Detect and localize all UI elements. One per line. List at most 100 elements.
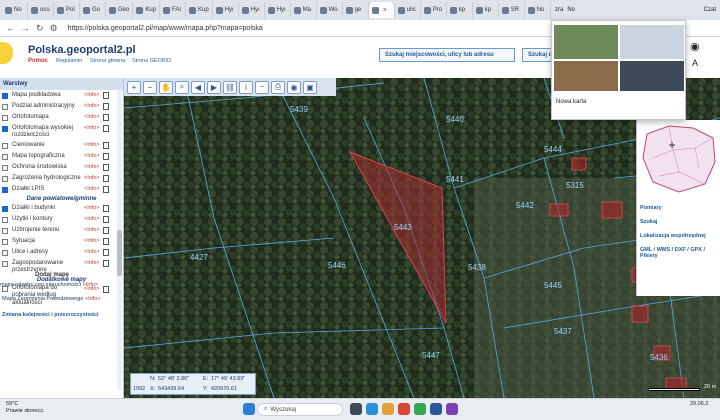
layer-checkbox[interactable] <box>2 205 8 212</box>
geobid-link[interactable]: Strona GEOBID <box>132 58 171 64</box>
search-place-button[interactable]: Szukaj miejscowości, ulicy lub adresu <box>379 48 515 62</box>
browser-tab[interactable]: Pol <box>54 2 80 18</box>
search-link[interactable]: Szukaj <box>640 219 657 225</box>
layer-info-link[interactable]: <Info> <box>84 186 100 192</box>
chrome-icon[interactable] <box>414 403 426 415</box>
layer-name[interactable]: Działki LPIS <box>12 186 82 193</box>
layer-name[interactable]: Mapa podkładowa <box>12 92 82 99</box>
legend-document-icon[interactable] <box>103 238 109 246</box>
layer-name[interactable]: Ulice i adresy <box>12 249 82 256</box>
word-icon[interactable] <box>430 403 442 415</box>
layer-checkbox[interactable] <box>2 216 8 223</box>
browser-tab[interactable]: Hyı <box>265 2 291 18</box>
legend-document-icon[interactable] <box>103 103 109 110</box>
tab-close-icon[interactable]: × <box>383 7 387 14</box>
browser-tab[interactable]: Ma <box>291 2 317 18</box>
layer-name[interactable]: Sytuacja <box>12 238 82 245</box>
layer-checkbox[interactable] <box>2 103 8 110</box>
browser-tab[interactable]: ocu <box>28 2 54 18</box>
browser-tab[interactable]: Wo <box>317 2 343 18</box>
legend-document-icon[interactable] <box>103 216 109 224</box>
browser-tab[interactable]: No <box>525 2 551 18</box>
layer-checkbox[interactable] <box>2 153 8 160</box>
add-map-price-register[interactable]: mapa rejestru cen nieruchomości <Info> <box>0 282 110 288</box>
layer-info-link[interactable]: <Info> <box>84 205 100 211</box>
legend-document-icon[interactable] <box>103 227 109 235</box>
measure-link[interactable]: Pomiary <box>640 205 662 211</box>
mail-icon[interactable] <box>398 403 410 415</box>
poland-overview-map[interactable] <box>639 120 720 196</box>
sidebar-scrollbar[interactable] <box>117 90 122 390</box>
layer-checkbox[interactable] <box>2 114 8 121</box>
gml-export-link[interactable]: GML / WMS / DXF / GPX / Pikiety <box>640 247 720 259</box>
layer-checkbox[interactable] <box>2 164 8 171</box>
browser-tab[interactable]: ulic <box>395 2 421 18</box>
chat-label[interactable]: Czat <box>704 7 716 13</box>
layer-name[interactable]: Uzbrojenie terenu <box>12 227 82 234</box>
zoom-in-icon[interactable]: + <box>127 80 141 94</box>
legend-document-icon[interactable] <box>103 142 109 150</box>
layer-info-link[interactable]: <Info> <box>84 125 100 131</box>
task-view-icon[interactable] <box>350 403 362 415</box>
forward-icon[interactable]: → <box>21 23 30 33</box>
new-tab-preview[interactable]: Nowa karta <box>551 20 686 120</box>
layer-name[interactable]: Użytki i kontury <box>12 216 82 223</box>
legend-document-icon[interactable] <box>103 175 109 183</box>
back-icon[interactable]: ← <box>6 23 15 33</box>
camera-icon[interactable]: ▣ <box>303 80 317 94</box>
font-size-icon[interactable]: A <box>692 58 698 68</box>
layer-name[interactable]: Ochrona środowiska <box>12 164 82 171</box>
layer-name[interactable]: Cieniowanie <box>12 142 82 149</box>
windows-start-icon[interactable] <box>243 403 255 415</box>
browser-tab[interactable]: SR <box>499 2 525 18</box>
home-link[interactable]: Strona główna <box>90 58 125 64</box>
regulations-link[interactable]: Regulamin <box>56 58 82 64</box>
forward-arrow-icon[interactable]: ▶ <box>207 80 221 94</box>
layer-checkbox[interactable] <box>2 125 8 132</box>
layer-name[interactable]: Działki i budynki <box>12 205 82 212</box>
popup-tab-label[interactable]: zra <box>555 7 563 13</box>
pan-hand-icon[interactable]: ✋ <box>159 80 173 94</box>
layer-order-link[interactable]: Zmiana kolejności i przezroczystości <box>2 312 99 318</box>
sidebar-scroll-thumb[interactable] <box>117 230 122 276</box>
layer-info-link[interactable]: <Info> <box>84 114 100 120</box>
layer-checkbox[interactable] <box>2 238 8 245</box>
browser-tab[interactable]: ge <box>343 2 369 18</box>
layer-info-link[interactable]: <Info> <box>84 175 100 181</box>
zoom-out-icon[interactable]: − <box>143 80 157 94</box>
browser-tab[interactable]: Go <box>80 2 106 18</box>
legend-document-icon[interactable] <box>103 164 109 172</box>
browser-tab[interactable]: kp <box>473 2 499 18</box>
help-link[interactable]: Pomoc <box>28 58 48 64</box>
add-map-flood-risk[interactable]: Mapa Zagrożenia Powodziowego <Info> <box>2 296 112 302</box>
taskbar-search[interactable]: ⌕ Wyszukaj <box>257 403 343 416</box>
coordinate-locate-link[interactable]: Lokalizacja współrzędnej <box>640 233 706 239</box>
browser-tab[interactable]: kp <box>447 2 473 18</box>
popup-tab2-label[interactable]: No <box>567 7 575 13</box>
layer-name[interactable]: Ortofotomapa <box>12 114 82 121</box>
layer-name[interactable]: Podział administracyjny <box>12 103 82 110</box>
layer-info-link[interactable]: <Info> <box>84 227 100 233</box>
layer-info-link[interactable]: <Info> <box>84 92 100 98</box>
site-info-icon[interactable]: ⚙ <box>50 23 58 34</box>
layer-checkbox[interactable] <box>2 186 8 193</box>
layer-info-link[interactable]: <Info> <box>84 249 100 255</box>
browser-tab[interactable]: Hyı <box>239 2 265 18</box>
back-arrow-icon[interactable]: ◀ <box>191 80 205 94</box>
browser-tab[interactable]: Kup <box>186 2 213 18</box>
browser-tab[interactable]: FAI <box>160 2 187 18</box>
browser-tab[interactable]: Hyı <box>213 2 239 18</box>
globe-icon[interactable]: ◉ <box>287 80 301 94</box>
file-explorer-icon[interactable] <box>382 403 394 415</box>
measure-icon[interactable]: ⎯ <box>255 80 269 94</box>
edge-icon[interactable] <box>366 403 378 415</box>
layer-name[interactable]: Mapa topograficzna <box>12 153 82 160</box>
layer-info-link[interactable]: <Info> <box>84 103 100 109</box>
layer-checkbox[interactable] <box>2 227 8 234</box>
eye-icon[interactable]: ◉ <box>690 40 700 53</box>
legend-document-icon[interactable] <box>103 92 109 99</box>
legend-document-icon[interactable] <box>103 205 109 213</box>
layer-info-link[interactable]: <Info> <box>84 164 100 170</box>
layer-checkbox[interactable] <box>2 175 8 182</box>
system-clock[interactable]: 29.06.2 <box>690 401 708 408</box>
